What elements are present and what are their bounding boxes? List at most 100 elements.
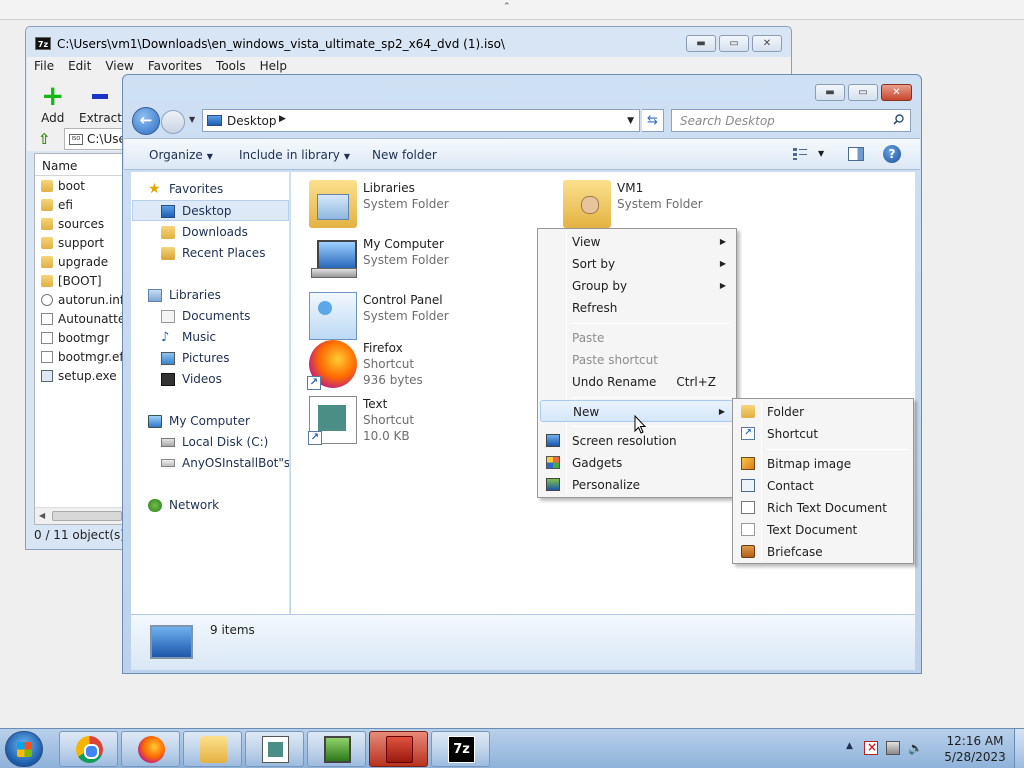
file-row[interactable]: Autounatten xyxy=(35,309,129,328)
menu-item-group-by[interactable]: Group by ▶ xyxy=(540,275,734,297)
refresh-button[interactable]: ⇆ xyxy=(642,109,664,132)
menu-item-undo-rename[interactable]: Undo Rename Ctrl+Z xyxy=(540,371,734,393)
include-library-button[interactable]: Include in library ▼ xyxy=(239,148,350,162)
menu-item-sort-by[interactable]: Sort by ▶ xyxy=(540,253,734,275)
file-row[interactable]: upgrade xyxy=(35,252,129,271)
action-center-flag-icon[interactable] xyxy=(864,740,878,755)
new-rich-text-item[interactable]: Rich Text Document xyxy=(735,497,911,519)
nav-my-computer[interactable]: My Computer xyxy=(148,414,250,428)
start-button[interactable] xyxy=(5,731,43,767)
extract-button[interactable]: Extract xyxy=(79,81,122,125)
add-button[interactable]: + Add xyxy=(41,81,64,126)
taskbar-sevenzip[interactable]: 7z xyxy=(431,731,490,767)
menu-view[interactable]: View xyxy=(98,57,140,75)
file-row[interactable]: [BOOT] xyxy=(35,271,129,290)
taskbar-text-editor[interactable] xyxy=(245,731,304,767)
close-button[interactable]: ✕ xyxy=(752,35,782,52)
show-desktop-button[interactable] xyxy=(1014,729,1024,768)
scrollbar-thumb[interactable] xyxy=(52,511,122,521)
taskbar-firefox[interactable] xyxy=(121,731,180,767)
organize-button[interactable]: Organize ▼ xyxy=(149,148,213,162)
nav-favorites[interactable]: ★ Favorites xyxy=(148,182,223,197)
taskbar-chrome[interactable] xyxy=(59,731,118,767)
taskbar-explorer[interactable] xyxy=(183,731,242,767)
menu-item-paste[interactable]: Paste xyxy=(540,327,734,349)
item-control-panel[interactable]: Control Panel System Folder xyxy=(309,292,449,340)
minimize-button[interactable]: ▬ xyxy=(686,35,716,52)
downloads-folder-icon xyxy=(161,225,175,239)
nav-dvd-drive[interactable]: AnyOSInstallBot"s h xyxy=(161,456,289,470)
forward-button[interactable] xyxy=(161,110,185,134)
view-dropdown-icon[interactable]: ▼ xyxy=(818,149,824,158)
menu-item-refresh[interactable]: Refresh xyxy=(540,297,734,319)
network-tray-icon[interactable] xyxy=(886,741,900,755)
taskbar-task-manager[interactable] xyxy=(307,731,366,767)
item-my-computer[interactable]: My Computer System Folder xyxy=(309,236,449,284)
new-bitmap-item[interactable]: Bitmap image xyxy=(735,453,911,475)
nav-downloads[interactable]: Downloads xyxy=(161,225,248,239)
menu-favorites[interactable]: Favorites xyxy=(141,57,209,75)
nav-recent-places[interactable]: Recent Places xyxy=(161,246,265,260)
sevenzip-titlebar[interactable]: 7z C:\Users\vm1\Downloads\en_windows_vis… xyxy=(26,27,791,59)
up-folder-icon[interactable]: ⇧ xyxy=(38,130,51,148)
minimize-button[interactable]: ▬ xyxy=(815,84,845,101)
maximize-button[interactable]: ▭ xyxy=(848,84,878,101)
nav-pictures[interactable]: Pictures xyxy=(161,351,230,365)
nav-desktop[interactable]: Desktop xyxy=(161,204,232,218)
new-contact-item[interactable]: Contact xyxy=(735,475,911,497)
explorer-window[interactable]: ▬ ▭ ✕ ← ▼ Desktop ▶ ▼ ⇆ Search Desktop O… xyxy=(122,74,922,674)
nav-documents[interactable]: Documents xyxy=(161,309,250,323)
sevenzip-file-list[interactable]: Name boot efi sources support upgrade [B… xyxy=(34,153,130,525)
close-button[interactable]: ✕ xyxy=(881,84,912,101)
nav-videos[interactable]: Videos xyxy=(161,372,222,386)
column-header-name[interactable]: Name xyxy=(35,154,129,176)
menu-help[interactable]: Help xyxy=(253,57,294,75)
new-folder-button[interactable]: New folder xyxy=(372,148,437,162)
new-briefcase-item[interactable]: Briefcase xyxy=(735,541,911,563)
taskbar-toolbox[interactable] xyxy=(369,731,428,767)
file-row[interactable]: setup.exe xyxy=(35,366,129,385)
breadcrumb-arrow-icon[interactable]: ▶ xyxy=(279,114,286,124)
maximize-button[interactable]: ▭ xyxy=(719,35,749,52)
menu-item-gadgets[interactable]: Gadgets xyxy=(540,452,734,474)
nav-music[interactable]: ♪ Music xyxy=(161,330,216,344)
file-row[interactable]: boot xyxy=(35,176,129,195)
menu-file[interactable]: File xyxy=(27,57,61,75)
item-text[interactable]: ↗ Text Shortcut 10.0 KB xyxy=(308,396,414,445)
nav-libraries[interactable]: Libraries xyxy=(148,288,221,302)
menu-item-paste-shortcut[interactable]: Paste shortcut xyxy=(540,349,734,371)
new-folder-item[interactable]: Folder xyxy=(735,401,911,423)
file-row[interactable]: autorun.inf xyxy=(35,290,129,309)
item-libraries[interactable]: Libraries System Folder xyxy=(309,180,449,228)
file-row[interactable]: efi xyxy=(35,195,129,214)
help-icon[interactable]: ? xyxy=(883,145,901,163)
menu-tools[interactable]: Tools xyxy=(209,57,253,75)
file-row[interactable]: support xyxy=(35,233,129,252)
item-name: Text xyxy=(363,397,388,411)
scroll-left-icon[interactable]: ◀ xyxy=(39,511,45,520)
file-row[interactable]: sources xyxy=(35,214,129,233)
change-view-icon[interactable] xyxy=(792,147,808,161)
menu-edit[interactable]: Edit xyxy=(61,57,98,75)
back-button[interactable]: ← xyxy=(132,107,160,135)
volume-icon[interactable]: 🔈 xyxy=(908,741,923,755)
address-dropdown-icon[interactable]: ▼ xyxy=(627,116,634,126)
search-box[interactable]: Search Desktop xyxy=(671,109,911,132)
history-dropdown-icon[interactable]: ▼ xyxy=(189,115,195,124)
item-firefox[interactable]: ↗ Firefox Shortcut 936 bytes xyxy=(307,340,423,390)
nav-local-disk[interactable]: Local Disk (C:) xyxy=(161,435,268,449)
clock[interactable]: 12:16 AM 5/28/2023 xyxy=(940,733,1010,765)
menu-item-view[interactable]: View ▶ xyxy=(540,231,734,253)
nav-network[interactable]: Network xyxy=(148,498,219,512)
show-hidden-icons-icon[interactable]: ▲ xyxy=(846,741,856,755)
new-shortcut-item[interactable]: ↗ Shortcut xyxy=(735,423,911,445)
new-text-document-item[interactable]: Text Document xyxy=(735,519,911,541)
file-row[interactable]: bootmgr xyxy=(35,328,129,347)
item-vm1[interactable]: VM1 System Folder xyxy=(563,180,703,228)
file-row[interactable]: bootmgr.efi xyxy=(35,347,129,366)
menu-item-personalize[interactable]: Personalize xyxy=(540,474,734,496)
address-bar[interactable]: Desktop ▶ ▼ xyxy=(202,109,640,132)
chevron-up-icon[interactable]: ⌃ xyxy=(503,2,511,12)
horizontal-scrollbar[interactable]: ◀ xyxy=(35,507,129,524)
preview-pane-icon[interactable] xyxy=(848,147,864,161)
